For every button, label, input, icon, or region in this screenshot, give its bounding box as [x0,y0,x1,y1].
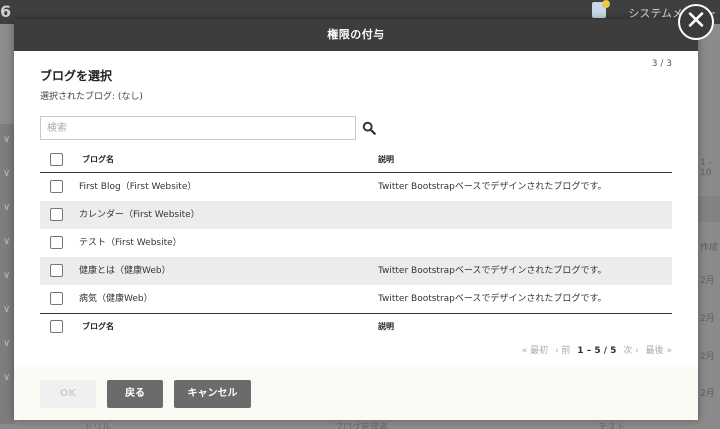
table-row[interactable]: 健康とは（健康Web） Twitter Bootstrapベースでデザインされた… [40,257,672,285]
row-checkbox[interactable] [50,292,63,305]
background-date: 2月 [700,276,715,286]
background-text: ドリル [84,423,112,429]
chevron-down-icon: ∨ [3,270,11,281]
background-logo: 6 [0,2,12,21]
column-header-description: 説明 [378,155,394,164]
pagination: « 最初 ‹ 前 1 – 5 / 5 次 › 最後 » [518,343,672,356]
dialog-title: 権限の付与 [14,19,698,51]
pager-range: 1 – 5 / 5 [577,346,617,356]
table-row[interactable]: First Blog（First Website） Twitter Bootst… [40,173,672,201]
ok-button[interactable]: OK [40,380,96,408]
background-text: ブログ管理者 [334,423,389,429]
select-all-checkbox-footer[interactable] [50,320,63,333]
close-icon[interactable]: ✕ [678,4,714,40]
blog-description: Twitter Bootstrapベースでデザインされたブログです。 [378,182,607,192]
pager-last-link[interactable]: 最後 » [646,346,672,356]
table-header: ブログ名 説明 [40,147,672,173]
table-row[interactable]: テスト（First Website） [40,229,672,257]
chevron-down-icon: ∨ [3,202,11,213]
background-column-header: 作成 [700,243,719,253]
blog-name: テスト（First Website） [79,238,182,248]
section-title: ブログを選択 [40,69,113,83]
background-right-panel [697,40,720,429]
chevron-down-icon: ∨ [3,372,11,383]
pager-next-link[interactable]: 次 › [623,346,638,356]
blog-name: First Blog（First Website） [79,182,197,192]
dialog-footer: OK 戻る キャンセル [14,365,698,420]
column-header-name: ブログ名 [82,155,114,164]
blog-description: Twitter Bootstrapベースでデザインされたブログです。 [378,266,607,276]
row-checkbox[interactable] [50,264,63,277]
chevron-down-icon: ∨ [3,168,11,179]
table-row[interactable]: 病気（健康Web） Twitter Bootstrapベースでデザインされたブロ… [40,285,672,313]
search-input[interactable] [40,116,356,140]
table-row[interactable]: カレンダー（First Website） [40,201,672,229]
background-date: 2月 [700,389,715,399]
row-checkbox[interactable] [50,236,63,249]
background-bottom-row: ドリル ブログ管理者 テスト [14,420,698,429]
chevron-down-icon: ∨ [3,338,11,349]
background-text: テスト [598,423,626,429]
search-icon[interactable] [362,121,376,135]
select-all-checkbox[interactable] [50,153,63,166]
notification-icon [592,0,610,18]
blog-name: カレンダー（First Website） [79,210,200,220]
pager-prev-link[interactable]: ‹ 前 [555,346,570,356]
chevron-down-icon: ∨ [3,236,11,247]
background-date: 2月 [700,314,715,324]
chevron-down-icon: ∨ [3,134,11,145]
blog-name: 病気（健康Web） [79,294,153,304]
background-range: 1 - 10 [700,158,712,178]
chevron-down-icon: ∨ [3,304,11,315]
blog-description: Twitter Bootstrapベースでデザインされたブログです。 [378,294,607,304]
cancel-button[interactable]: キャンセル [174,380,251,408]
back-button[interactable]: 戻る [107,380,163,408]
column-footer-description: 説明 [378,322,394,331]
blog-table: ブログ名 説明 First Blog（First Website） Twitte… [40,147,672,339]
column-footer-name: ブログ名 [82,322,114,331]
background-band [697,196,720,222]
step-indicator: 3 / 3 [651,59,672,69]
pager-first-link[interactable]: « 最初 [522,346,548,356]
table-footer: ブログ名 説明 [40,313,672,339]
blog-name: 健康とは（健康Web） [79,266,171,276]
row-checkbox[interactable] [50,208,63,221]
background-date: 2月 [700,352,715,362]
row-checkbox[interactable] [50,180,63,193]
selected-blogs-label: 選択されたブログ: (なし) [40,92,143,102]
grant-permission-dialog: 権限の付与 3 / 3 ブログを選択 選択されたブログ: (なし) ブログ名 説… [14,19,698,420]
